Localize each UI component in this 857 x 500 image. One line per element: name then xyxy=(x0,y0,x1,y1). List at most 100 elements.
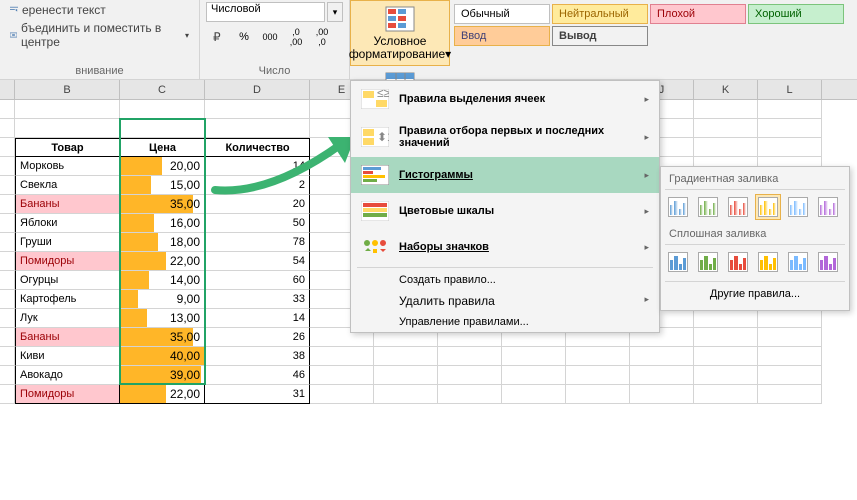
decrease-decimal-button[interactable]: ,00,0 xyxy=(310,26,334,48)
number-format-select[interactable]: Числовой xyxy=(206,2,325,22)
wrap-text-label: еренести текст xyxy=(22,3,106,17)
gradient-bar-option[interactable] xyxy=(755,194,781,220)
cell-price[interactable]: 39,00 xyxy=(120,366,205,385)
cell-price[interactable]: 35,00 xyxy=(120,195,205,214)
cell-price[interactable]: 22,00 xyxy=(120,385,205,404)
menu-data-bars[interactable]: Гистограммы ▸ xyxy=(351,157,659,193)
style-normal[interactable]: Обычный xyxy=(454,4,550,24)
svg-text:≤≥: ≤≥ xyxy=(377,89,389,100)
menu-new-rule[interactable]: Создать правило... xyxy=(351,270,659,290)
submenu-arrow-icon: ▸ xyxy=(644,242,649,253)
currency-icon: ₽ xyxy=(211,30,225,44)
col-header-C[interactable]: C xyxy=(120,80,205,99)
cell-quantity[interactable]: 46 xyxy=(205,366,310,385)
cell-product[interactable]: Бананы xyxy=(15,328,120,347)
cell-quantity[interactable]: 33 xyxy=(205,290,310,309)
solid-bar-option[interactable] xyxy=(725,249,751,275)
gradient-bar-option[interactable] xyxy=(665,194,691,220)
style-output[interactable]: Вывод xyxy=(552,26,648,46)
cell-product[interactable]: Киви xyxy=(15,347,120,366)
cell-price[interactable]: 40,00 xyxy=(120,347,205,366)
cell-quantity[interactable]: 31 xyxy=(205,385,310,404)
svg-text:⬍10: ⬍10 xyxy=(377,130,389,144)
gradient-bar-option[interactable] xyxy=(725,194,751,220)
accounting-format-button[interactable]: ₽ xyxy=(206,26,230,48)
cell-price[interactable]: 22,00 xyxy=(120,252,205,271)
menu-data-bars-label: Гистограммы xyxy=(399,169,634,181)
submenu-gradient-title: Градиентная заливка xyxy=(665,171,845,190)
cell-product[interactable]: Бананы xyxy=(15,195,120,214)
solid-bar-option[interactable] xyxy=(755,249,781,275)
cell-product[interactable]: Груши xyxy=(15,233,120,252)
cell-product[interactable]: Яблоки xyxy=(15,214,120,233)
cell-price[interactable]: 15,00 xyxy=(120,176,205,195)
cell-product[interactable]: Помидоры xyxy=(15,385,120,404)
increase-decimal-button[interactable]: ,0,00 xyxy=(284,26,308,48)
menu-icon-sets[interactable]: Наборы значков ▸ xyxy=(351,229,659,265)
dropdown-arrow-icon[interactable]: ▾ xyxy=(327,2,343,22)
submenu-more-rules[interactable]: Другие правила... xyxy=(665,281,845,306)
menu-clear-rules[interactable]: Удалить правила▸ xyxy=(351,290,659,312)
col-header-L[interactable]: L xyxy=(758,80,822,99)
cell-quantity[interactable]: 60 xyxy=(205,271,310,290)
conditional-formatting-button[interactable]: Условное форматирование▾ xyxy=(350,0,450,66)
cell-product[interactable]: Авокадо xyxy=(15,366,120,385)
gradient-bar-option[interactable] xyxy=(695,194,721,220)
cell-product[interactable]: Помидоры xyxy=(15,252,120,271)
menu-top-bottom-rules[interactable]: ⬍10 Правила отбора первых и последних зн… xyxy=(351,117,659,157)
menu-highlight-rules[interactable]: ≤≥ Правила выделения ячеек ▸ xyxy=(351,81,659,117)
submenu-arrow-icon: ▸ xyxy=(644,170,649,181)
cell-price[interactable]: 13,00 xyxy=(120,309,205,328)
menu-color-scales[interactable]: Цветовые шкалы ▸ xyxy=(351,193,659,229)
cell-product[interactable]: Картофель xyxy=(15,290,120,309)
header-quantity[interactable]: Количество xyxy=(205,138,310,157)
solid-bar-option[interactable] xyxy=(785,249,811,275)
col-header-B[interactable]: B xyxy=(15,80,120,99)
cell-product[interactable]: Свекла xyxy=(15,176,120,195)
style-bad[interactable]: Плохой xyxy=(650,4,746,24)
solid-bar-option[interactable] xyxy=(665,249,691,275)
cell-quantity[interactable]: 50 xyxy=(205,214,310,233)
cell-quantity[interactable]: 14 xyxy=(205,157,310,176)
col-header-D[interactable]: D xyxy=(205,80,310,99)
icon-sets-icon xyxy=(361,237,389,257)
cell-product[interactable]: Морковь xyxy=(15,157,120,176)
cell-quantity[interactable]: 78 xyxy=(205,233,310,252)
menu-manage-rules[interactable]: Управление правилами... xyxy=(351,312,659,332)
cell-product[interactable]: Огурцы xyxy=(15,271,120,290)
wrap-text-button[interactable]: еренести текст xyxy=(6,2,193,18)
menu-color-scales-label: Цветовые шкалы xyxy=(399,205,634,217)
comma-button[interactable]: 000 xyxy=(258,26,282,48)
conditional-formatting-label: Условное форматирование xyxy=(349,34,445,61)
cell-quantity[interactable]: 38 xyxy=(205,347,310,366)
solid-bar-option[interactable] xyxy=(815,249,841,275)
style-neutral[interactable]: Нейтральный xyxy=(552,4,648,24)
cell-price[interactable]: 16,00 xyxy=(120,214,205,233)
cell-quantity[interactable]: 26 xyxy=(205,328,310,347)
cell-quantity[interactable]: 54 xyxy=(205,252,310,271)
header-price[interactable]: Цена xyxy=(120,138,205,157)
merge-center-label: бъединить и поместить в центре xyxy=(21,21,181,49)
cell-price[interactable]: 35,00 xyxy=(120,328,205,347)
cell-price[interactable]: 18,00 xyxy=(120,233,205,252)
cell-price[interactable]: 20,00 xyxy=(120,157,205,176)
merge-icon xyxy=(10,31,17,39)
cell-quantity[interactable]: 2 xyxy=(205,176,310,195)
cell-quantity[interactable]: 20 xyxy=(205,195,310,214)
gradient-bar-option[interactable] xyxy=(815,194,841,220)
ribbon: еренести текст бъединить и поместить в ц… xyxy=(0,0,857,80)
cell-product[interactable]: Лук xyxy=(15,309,120,328)
solid-bar-option[interactable] xyxy=(695,249,721,275)
header-product[interactable]: Товар xyxy=(15,138,120,157)
cell-quantity[interactable]: 14 xyxy=(205,309,310,328)
style-good[interactable]: Хороший xyxy=(748,4,844,24)
cell-price[interactable]: 14,00 xyxy=(120,271,205,290)
percent-button[interactable]: % xyxy=(232,26,256,48)
top-bottom-icon: ⬍10 xyxy=(361,127,389,147)
merge-center-button[interactable]: бъединить и поместить в центре ▾ xyxy=(6,20,193,50)
style-input[interactable]: Ввод xyxy=(454,26,550,46)
cell-price[interactable]: 9,00 xyxy=(120,290,205,309)
gradient-bar-option[interactable] xyxy=(785,194,811,220)
col-header-K[interactable]: K xyxy=(694,80,758,99)
submenu-solid-title: Сплошная заливка xyxy=(665,226,845,245)
